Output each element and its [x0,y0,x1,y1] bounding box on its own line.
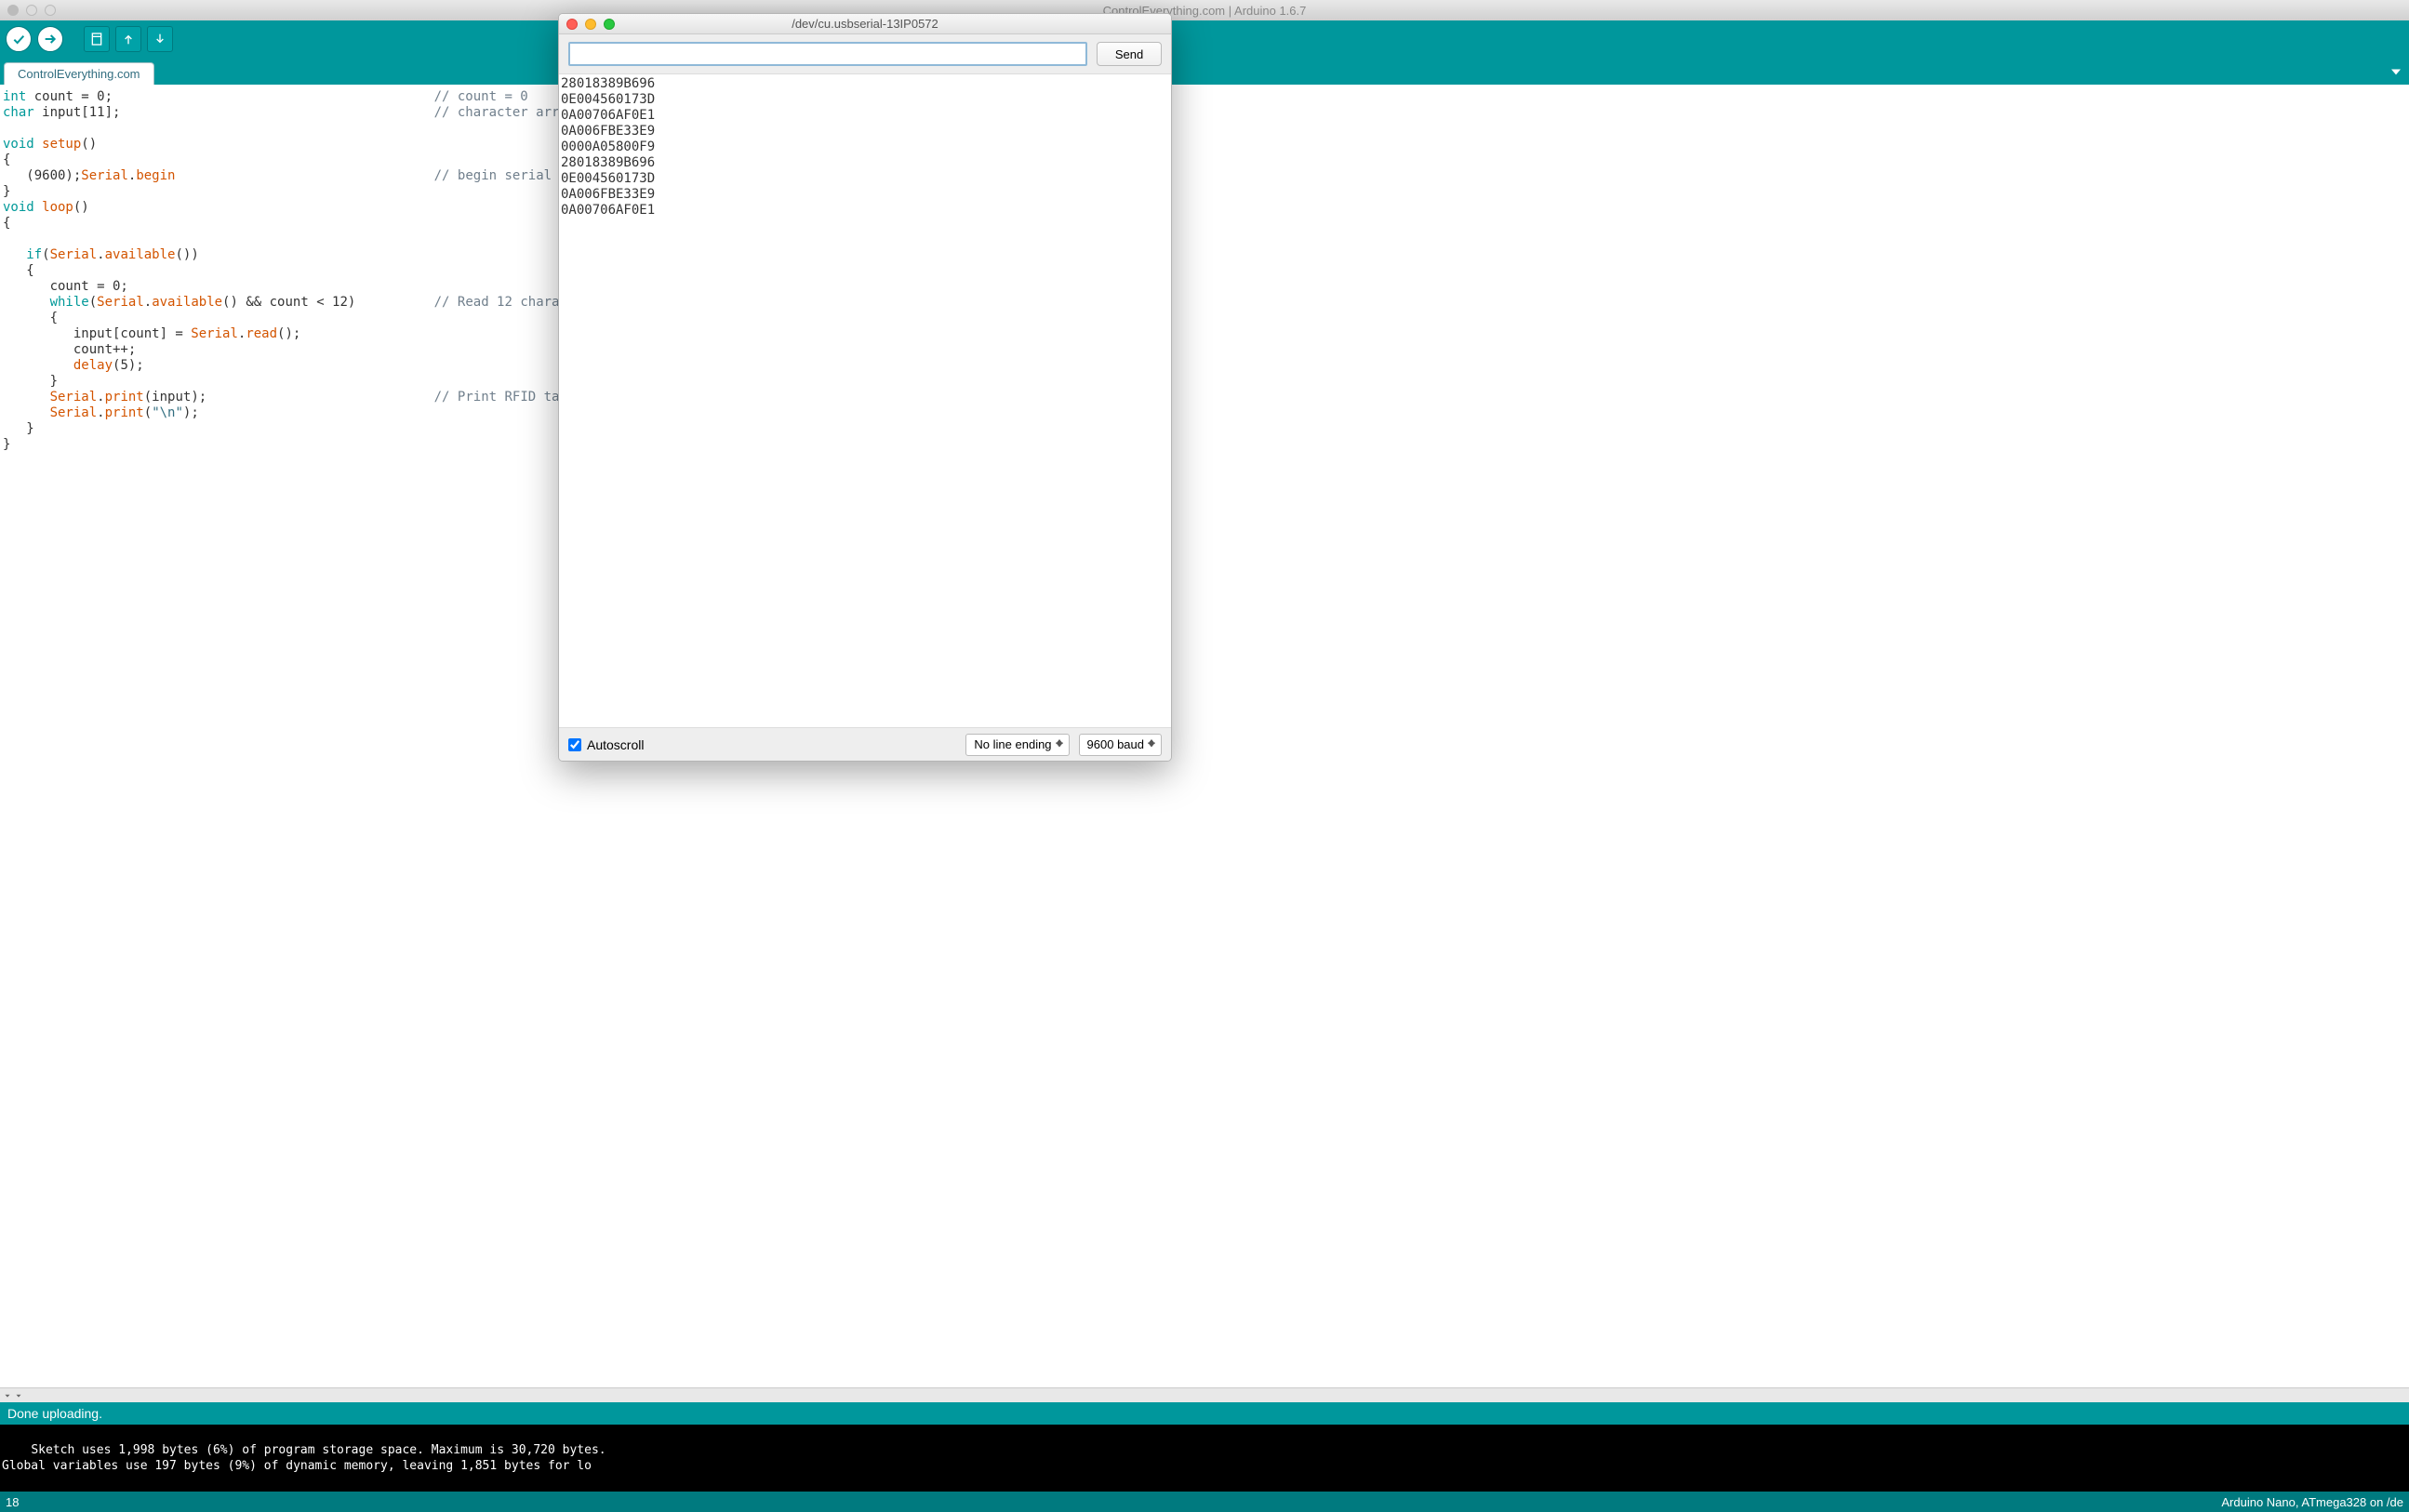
arduino-ide-window: ControlEverything.com | Arduino 1.6.7 Co… [0,0,2409,1512]
baud-select[interactable]: 9600 baud [1079,734,1162,756]
serial-output[interactable]: 28018389B696 0E004560173D 0A00706AF0E1 0… [559,74,1171,727]
serial-footer: Autoscroll No line ending 9600 baud [559,727,1171,761]
code-line [3,121,2406,137]
code-line: } [3,437,2406,453]
serial-minimize-icon[interactable] [585,19,596,30]
code-line: input[count] = Serial.read(); [3,326,2406,342]
code-line: void setup() [3,137,2406,153]
serial-titlebar[interactable]: /dev/cu.usbserial-13IP0572 [559,14,1171,34]
autoscroll-toggle[interactable]: Autoscroll [568,737,644,752]
code-line: void loop() [3,200,2406,216]
serial-send-button[interactable]: Send [1097,42,1162,66]
ide-footer: 18 Arduino Nano, ATmega328 on /de [0,1492,2409,1512]
ide-close-icon[interactable] [7,5,19,16]
ide-traffic-lights [7,5,56,16]
code-editor[interactable]: int count = 0; // count = 0char input[11… [0,85,2409,1387]
code-line: count++; [3,342,2406,358]
ide-tabstrip: ControlEverything.com [0,58,2409,85]
code-line: { [3,263,2406,279]
code-line: count = 0; [3,279,2406,295]
ide-status-bar: Done uploading. [0,1402,2409,1425]
upload-button[interactable] [37,26,63,52]
serial-input[interactable] [568,42,1087,66]
baud-value: 9600 baud [1087,737,1144,751]
board-port-info: Arduino Nano, ATmega328 on /de [2221,1495,2403,1509]
code-line: int count = 0; // count = 0 [3,89,2406,105]
serial-close-icon[interactable] [566,19,578,30]
code-line: } [3,421,2406,437]
ide-toolbar [0,20,2409,58]
code-line: if(Serial.available()) [3,247,2406,263]
save-sketch-button[interactable] [147,26,173,52]
code-line: delay(5); [3,358,2406,374]
serial-input-row: Send [559,34,1171,74]
code-line: Serial.print("\n"); [3,405,2406,421]
editor-console-splitter[interactable] [0,1387,2409,1402]
serial-traffic-lights [566,19,615,30]
code-line: Serial.print(input); // Print RFID tag n… [3,390,2406,405]
verify-button[interactable] [6,26,32,52]
ide-titlebar[interactable]: ControlEverything.com | Arduino 1.6.7 [0,0,2409,20]
code-line: { [3,153,2406,168]
serial-maximize-icon[interactable] [604,19,615,30]
code-line: while(Serial.available() && count < 12) … [3,295,2406,311]
ide-console[interactable]: Sketch uses 1,998 bytes (6%) of program … [0,1425,2409,1492]
sketch-tab[interactable]: ControlEverything.com [4,62,154,85]
ide-maximize-icon[interactable] [45,5,56,16]
serial-window-title: /dev/cu.usbserial-13IP0572 [792,17,938,31]
code-line: (9600);Serial.begin // begin serial port… [3,168,2406,184]
line-ending-select[interactable]: No line ending [965,734,1069,756]
new-sketch-button[interactable] [84,26,110,52]
chevron-down-icon [14,1391,23,1400]
console-text: Sketch uses 1,998 bytes (6%) of program … [2,1443,606,1473]
code-line: { [3,216,2406,232]
ide-minimize-icon[interactable] [26,5,37,16]
code-line: { [3,311,2406,326]
autoscroll-checkbox[interactable] [568,738,581,751]
code-line: char input[11]; // character array of si [3,105,2406,121]
code-line [3,232,2406,247]
code-line: } [3,184,2406,200]
open-sketch-button[interactable] [115,26,141,52]
line-ending-value: No line ending [974,737,1051,751]
status-message: Done uploading. [7,1406,102,1421]
code-line: } [3,374,2406,390]
chevron-down-icon [3,1391,12,1400]
autoscroll-label: Autoscroll [587,737,644,752]
line-number: 18 [6,1495,19,1509]
tab-menu-button[interactable] [2387,62,2405,81]
serial-monitor-window[interactable]: /dev/cu.usbserial-13IP0572 Send 28018389… [558,13,1172,762]
